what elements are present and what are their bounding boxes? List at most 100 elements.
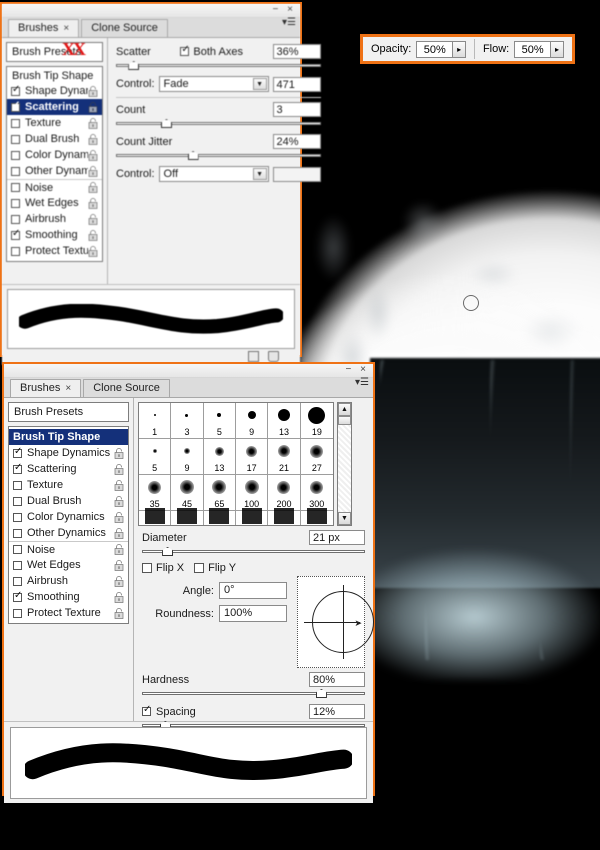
- lock-icon[interactable]: [114, 464, 124, 475]
- count-value-input[interactable]: 3: [273, 102, 321, 117]
- brush-option-texture[interactable]: Texture: [9, 477, 128, 493]
- brush-option-shape-dynamics[interactable]: Shape Dynamics: [7, 83, 102, 99]
- brush-preset-cell[interactable]: 3: [171, 403, 203, 439]
- brush-option-dual-brush[interactable]: Dual Brush: [7, 131, 102, 147]
- brush-preset-cell[interactable]: 1: [139, 403, 171, 439]
- brush-preset-cell[interactable]: 9: [171, 439, 203, 475]
- count-slider-thumb[interactable]: [161, 119, 172, 128]
- lock-icon[interactable]: [114, 512, 124, 523]
- flip-y-checkbox[interactable]: [194, 563, 204, 573]
- brush-option-noise[interactable]: Noise: [9, 541, 128, 557]
- brush-preset-cell[interactable]: [139, 511, 171, 525]
- brush-option-wet-edges[interactable]: Wet Edges: [7, 195, 102, 211]
- lock-icon[interactable]: [88, 166, 98, 177]
- brush-preset-cell[interactable]: 13: [204, 439, 236, 475]
- tab-brushes-bottom[interactable]: Brushes×: [10, 379, 81, 397]
- brush-option-airbrush[interactable]: Airbrush: [9, 573, 128, 589]
- lock-icon[interactable]: [88, 214, 98, 225]
- scroll-up-arrow-icon[interactable]: ▲: [338, 403, 351, 416]
- lock-icon[interactable]: [88, 198, 98, 209]
- brush-preset-cell[interactable]: 5: [139, 439, 171, 475]
- brushes-panel-top[interactable]: − × Brushes× Clone Source ▾☰ Brush Prese…: [0, 2, 302, 357]
- lock-icon[interactable]: [114, 608, 124, 619]
- brush-option-checkbox[interactable]: [13, 481, 22, 490]
- brush-option-scattering[interactable]: Scattering: [7, 99, 102, 115]
- diameter-slider-thumb[interactable]: [162, 547, 173, 556]
- brush-option-checkbox[interactable]: [13, 497, 22, 506]
- brush-preset-cell[interactable]: [204, 511, 236, 525]
- flow-dropdown-arrow-icon[interactable]: ▸: [551, 41, 564, 58]
- lock-icon[interactable]: [114, 496, 124, 507]
- brush-grid-scrollbar[interactable]: ▲ ▼: [337, 402, 352, 526]
- brush-option-checkbox[interactable]: [11, 199, 20, 208]
- brush-option-checkbox[interactable]: [13, 465, 22, 474]
- count-slider[interactable]: [116, 119, 321, 128]
- tab-clone-source-bottom[interactable]: Clone Source: [83, 379, 170, 397]
- brush-option-checkbox[interactable]: [11, 151, 20, 160]
- brush-option-checkbox[interactable]: [11, 119, 20, 128]
- brush-preset-cell[interactable]: [301, 511, 333, 525]
- flow-input[interactable]: 50%: [514, 41, 551, 58]
- lock-icon[interactable]: [88, 134, 98, 145]
- brush-option-checkbox[interactable]: [11, 135, 20, 144]
- roundness-input[interactable]: 100%: [219, 605, 287, 622]
- tab-clone-source-top[interactable]: Clone Source: [81, 19, 168, 37]
- brush-preset-cell[interactable]: 65: [204, 475, 236, 511]
- brush-option-shape-dynamics[interactable]: Shape Dynamics: [9, 445, 128, 461]
- brush-option-checkbox[interactable]: [11, 215, 20, 224]
- brush-option-texture[interactable]: Texture: [7, 115, 102, 131]
- spacing-input[interactable]: 12%: [309, 704, 365, 719]
- brush-option-checkbox[interactable]: [11, 167, 20, 176]
- brush-option-smoothing[interactable]: Smoothing: [9, 589, 128, 605]
- lock-icon[interactable]: [114, 480, 124, 491]
- count-jitter-value-input[interactable]: 24%: [273, 134, 321, 149]
- scatter-slider-thumb[interactable]: [128, 61, 139, 70]
- scrollbar-thumb[interactable]: [338, 416, 351, 425]
- diameter-input[interactable]: 21 px: [309, 530, 365, 545]
- brush-preset-cell[interactable]: 19: [301, 403, 333, 439]
- panel-bottom-menu-icon[interactable]: ▾☰: [355, 378, 369, 388]
- scatter-control-select[interactable]: Fade ▼: [159, 76, 269, 92]
- opacity-input[interactable]: 50%: [416, 41, 453, 58]
- panel-bottom-window-buttons[interactable]: − ×: [346, 364, 369, 376]
- brush-option-checkbox[interactable]: [13, 577, 22, 586]
- brush-option-dual-brush[interactable]: Dual Brush: [9, 493, 128, 509]
- brush-option-other-dynamics[interactable]: Other Dynamics: [9, 525, 128, 541]
- scrollbar-track[interactable]: [338, 425, 351, 512]
- brush-option-checkbox[interactable]: [13, 609, 22, 618]
- brush-preset-cell[interactable]: 5: [204, 403, 236, 439]
- brush-option-checkbox[interactable]: [13, 529, 22, 538]
- brush-tip-shape-item-top[interactable]: Brush Tip Shape: [7, 69, 102, 83]
- brush-option-other-dynamics[interactable]: Other Dynamics: [7, 163, 102, 179]
- brush-option-checkbox[interactable]: [13, 513, 22, 522]
- flip-x-checkbox[interactable]: [142, 563, 152, 573]
- lock-icon[interactable]: [88, 246, 98, 257]
- lock-icon[interactable]: [88, 86, 98, 97]
- brush-preset-grid[interactable]: 135913195913172127354565100200300: [138, 402, 334, 526]
- brush-presets-item-top[interactable]: Brush Presets XX: [6, 42, 103, 62]
- brush-option-checkbox[interactable]: [11, 87, 20, 96]
- scatter-control-chevron-down-icon[interactable]: ▼: [253, 78, 267, 90]
- brush-option-scattering[interactable]: Scattering: [9, 461, 128, 477]
- tab-close-icon-bottom[interactable]: ×: [65, 383, 71, 394]
- brush-option-color-dynamics[interactable]: Color Dynamics: [9, 509, 128, 525]
- brush-option-smoothing[interactable]: Smoothing: [7, 227, 102, 243]
- brush-tip-shape-item-bottom[interactable]: Brush Tip Shape: [9, 429, 128, 445]
- lock-icon[interactable]: [114, 448, 124, 459]
- spacing-checkbox[interactable]: ✓: [142, 707, 151, 716]
- brush-preset-cell[interactable]: 200: [268, 475, 300, 511]
- lock-icon[interactable]: [88, 102, 98, 113]
- scatter-value-input[interactable]: 36%: [273, 44, 321, 59]
- fade-steps-input[interactable]: 471: [273, 77, 321, 92]
- brush-preset-cell[interactable]: [268, 511, 300, 525]
- brush-preset-cell[interactable]: [171, 511, 203, 525]
- brush-option-protect-texture[interactable]: Protect Texture: [9, 605, 128, 621]
- brush-option-color-dynamics[interactable]: Color Dynamics: [7, 147, 102, 163]
- angle-roundness-widget[interactable]: ➤: [297, 576, 365, 668]
- count-jitter-slider-thumb[interactable]: [188, 151, 199, 160]
- brush-presets-item-bottom[interactable]: Brush Presets: [8, 402, 129, 422]
- tab-brushes-top[interactable]: Brushes×: [8, 19, 79, 37]
- hardness-input[interactable]: 80%: [309, 672, 365, 687]
- angle-input[interactable]: 0°: [219, 582, 287, 599]
- lock-icon[interactable]: [114, 544, 124, 555]
